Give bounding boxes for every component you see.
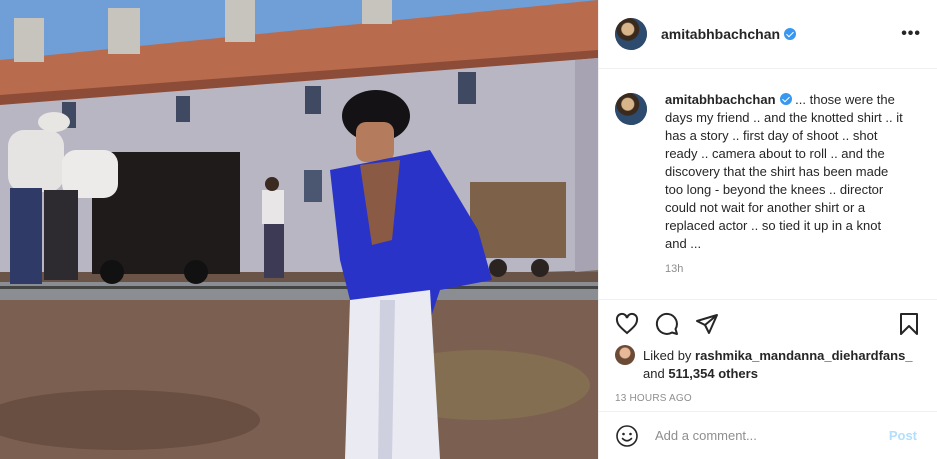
post-sidebar: amitabhbachchan ••• amitabhbachchan ... … <box>598 0 937 459</box>
smiley-icon[interactable] <box>615 424 639 448</box>
post-timestamp[interactable]: 13 HOURS AGO <box>615 393 921 404</box>
liked-by-row: Liked by rashmika_mandanna_diehardfans_ … <box>615 345 921 383</box>
liked-by-username[interactable]: rashmika_mandanna_diehardfans_ <box>695 348 912 363</box>
verified-badge-icon <box>779 93 792 105</box>
post-photo[interactable] <box>0 0 598 459</box>
heart-icon[interactable] <box>615 312 639 336</box>
more-options-button[interactable]: ••• <box>901 25 921 43</box>
author-avatar[interactable] <box>615 18 647 50</box>
paper-plane-icon[interactable] <box>695 312 719 336</box>
caption-content: ... those were the days my friend .. and… <box>665 92 903 251</box>
action-icons-row <box>615 310 921 338</box>
caption-username[interactable]: amitabhbachchan <box>665 92 792 107</box>
bookmark-icon[interactable] <box>897 312 921 336</box>
author-username[interactable]: amitabhbachchan <box>661 26 797 42</box>
instagram-post-view: amitabhbachchan ••• amitabhbachchan ... … <box>0 0 937 459</box>
caption-age[interactable]: 13h <box>665 263 905 275</box>
film-still-image <box>0 0 598 459</box>
comment-bubble-icon[interactable] <box>655 312 679 336</box>
likes-count[interactable]: 511,354 others <box>668 366 758 381</box>
caption-username-text[interactable]: amitabhbachchan <box>665 92 776 107</box>
liked-by-text: Liked by rashmika_mandanna_diehardfans_ … <box>643 347 921 383</box>
post-actions: Liked by rashmika_mandanna_diehardfans_ … <box>599 299 937 411</box>
liker-avatar[interactable] <box>615 345 635 365</box>
caption-author-avatar[interactable] <box>615 93 647 125</box>
author-username-text[interactable]: amitabhbachchan <box>661 26 780 42</box>
liked-by-prefix: Liked by <box>643 348 692 363</box>
caption-section: amitabhbachchan ... those were the days … <box>599 69 937 299</box>
verified-badge-icon <box>784 28 797 40</box>
caption-body: amitabhbachchan ... those were the days … <box>665 91 905 299</box>
post-header: amitabhbachchan ••• <box>599 0 937 69</box>
comment-bar: Post <box>599 411 937 459</box>
caption-text: amitabhbachchan ... those were the days … <box>665 91 905 253</box>
comment-input[interactable] <box>655 428 889 443</box>
liked-by-and: and <box>643 366 665 381</box>
post-comment-button[interactable]: Post <box>889 428 917 443</box>
